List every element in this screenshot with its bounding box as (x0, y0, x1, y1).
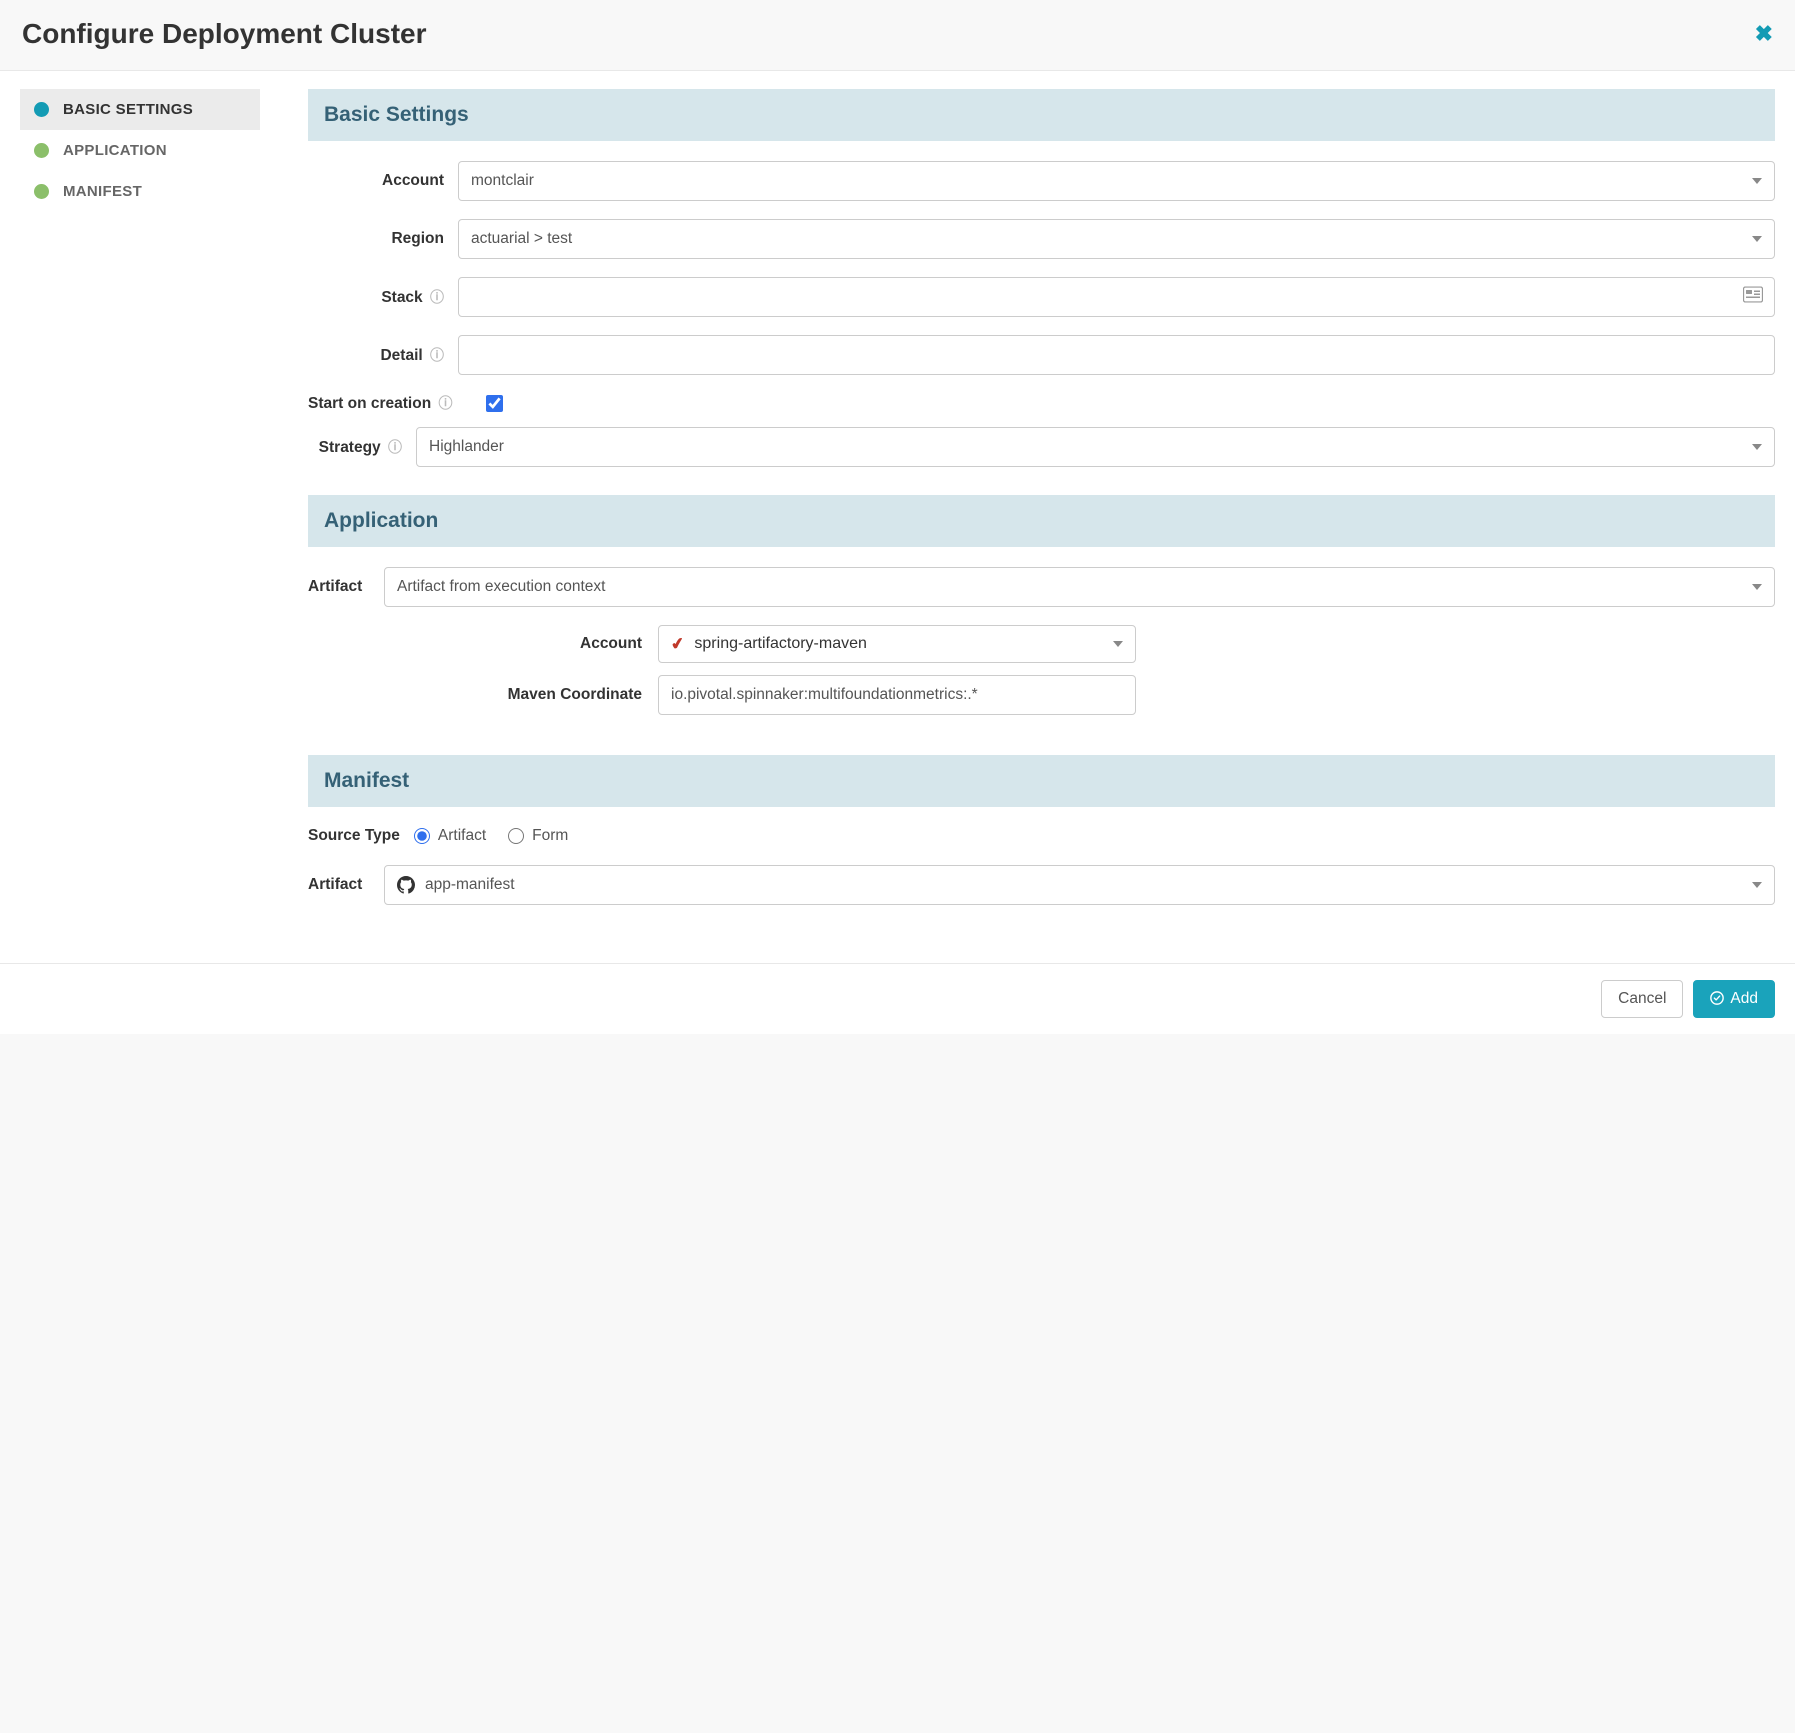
label-manifest-artifact: Artifact (308, 876, 366, 894)
chevron-down-icon (1113, 641, 1123, 647)
section-heading-application: Application (308, 495, 1775, 547)
row-source-type: Source Type Artifact Form (308, 827, 1775, 845)
status-dot-icon (34, 102, 49, 117)
label-app-artifact: Artifact (308, 578, 366, 596)
wizard-sidebar: BASIC SETTINGS APPLICATION MANIFEST (20, 89, 260, 923)
sidebar-item-basic-settings[interactable]: BASIC SETTINGS (20, 89, 260, 130)
region-value: actuarial > test (471, 230, 572, 248)
label-strategy: Strategy ⓘ (308, 437, 416, 457)
chevron-down-icon (1752, 236, 1762, 242)
label-region: Region (308, 230, 458, 248)
modal-title: Configure Deployment Cluster (22, 18, 426, 50)
maven-icon: ✔ (669, 633, 686, 655)
sidebar-item-label: APPLICATION (63, 142, 167, 159)
row-start-on-creation: Start on creation ⓘ (308, 393, 1775, 413)
chevron-down-icon (1752, 178, 1762, 184)
row-app-artifact: Artifact Artifact from execution context (308, 567, 1775, 607)
region-select[interactable]: actuarial > test (458, 219, 1775, 259)
section-heading-manifest: Manifest (308, 755, 1775, 807)
github-icon (397, 876, 415, 894)
radio-artifact[interactable] (414, 828, 430, 844)
account-select[interactable]: montclair (458, 161, 1775, 201)
row-manifest-artifact: Artifact app-manifest (308, 865, 1775, 905)
strategy-select[interactable]: Highlander (416, 427, 1775, 467)
help-icon[interactable]: ⓘ (430, 345, 444, 365)
app-artifact-details: Account ✔ spring-artifactory-maven Maven… (308, 625, 1775, 715)
row-stack: Stack ⓘ (308, 277, 1775, 317)
label-source-type: Source Type (308, 827, 400, 845)
maven-coordinate-input[interactable] (658, 675, 1136, 715)
row-maven-coord: Maven Coordinate (498, 675, 1775, 715)
status-dot-icon (34, 184, 49, 199)
chevron-down-icon (1752, 444, 1762, 450)
label-stack: Stack ⓘ (308, 287, 458, 307)
strategy-value: Highlander (429, 438, 504, 456)
form-main: Basic Settings Account montclair Region … (308, 89, 1775, 923)
label-account: Account (308, 172, 458, 190)
sidebar-item-manifest[interactable]: MANIFEST (20, 171, 260, 212)
source-type-radio-group: Artifact Form (414, 827, 568, 845)
sidebar-item-label: MANIFEST (63, 183, 142, 200)
row-strategy: Strategy ⓘ Highlander (308, 427, 1775, 467)
radio-option-form[interactable]: Form (508, 827, 568, 845)
app-account-value: spring-artifactory-maven (694, 635, 867, 653)
radio-option-artifact[interactable]: Artifact (414, 827, 486, 845)
account-value: montclair (471, 172, 534, 190)
add-button[interactable]: Add (1693, 980, 1775, 1018)
row-app-account: Account ✔ spring-artifactory-maven (498, 625, 1775, 663)
app-artifact-value: Artifact from execution context (397, 578, 605, 596)
help-icon[interactable]: ⓘ (430, 287, 444, 307)
modal-header: Configure Deployment Cluster ✖ (0, 0, 1795, 71)
status-dot-icon (34, 143, 49, 158)
sidebar-item-application[interactable]: APPLICATION (20, 130, 260, 171)
cancel-button[interactable]: Cancel (1601, 980, 1683, 1018)
label-detail: Detail ⓘ (308, 345, 458, 365)
sidebar-item-label: BASIC SETTINGS (63, 101, 193, 118)
chevron-down-icon (1752, 882, 1762, 888)
manifest-artifact-value: app-manifest (425, 876, 515, 894)
row-region: Region actuarial > test (308, 219, 1775, 259)
manifest-artifact-select[interactable]: app-manifest (384, 865, 1775, 905)
help-icon[interactable]: ⓘ (438, 393, 452, 413)
stack-input[interactable] (458, 277, 1775, 317)
app-artifact-select[interactable]: Artifact from execution context (384, 567, 1775, 607)
detail-input[interactable] (458, 335, 1775, 375)
section-heading-basic: Basic Settings (308, 89, 1775, 141)
help-icon[interactable]: ⓘ (388, 437, 402, 457)
start-on-creation-checkbox[interactable] (486, 395, 503, 412)
label-maven-coord: Maven Coordinate (498, 686, 658, 704)
close-icon[interactable]: ✖ (1755, 21, 1773, 47)
row-detail: Detail ⓘ (308, 335, 1775, 375)
modal-footer: Cancel Add (0, 963, 1795, 1034)
radio-form[interactable] (508, 828, 524, 844)
label-start: Start on creation ⓘ (308, 393, 466, 413)
card-icon (1743, 287, 1763, 308)
label-app-account: Account (498, 635, 658, 653)
chevron-down-icon (1752, 584, 1762, 590)
check-circle-icon (1710, 991, 1724, 1008)
row-account: Account montclair (308, 161, 1775, 201)
modal-body: BASIC SETTINGS APPLICATION MANIFEST Basi… (0, 71, 1795, 963)
app-account-select[interactable]: ✔ spring-artifactory-maven (658, 625, 1136, 663)
deployment-cluster-modal: Configure Deployment Cluster ✖ BASIC SET… (0, 0, 1795, 1034)
